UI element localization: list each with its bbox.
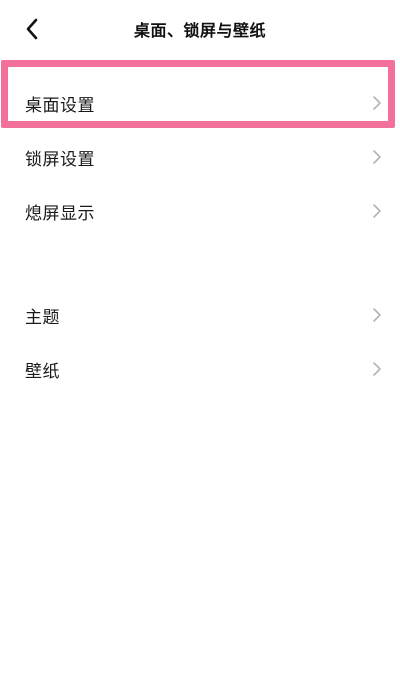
settings-item-wallpaper[interactable]: 壁纸 xyxy=(0,342,400,396)
settings-item-label: 主题 xyxy=(25,307,60,328)
settings-item-label: 壁纸 xyxy=(25,361,60,382)
chevron-right-icon xyxy=(373,362,381,376)
settings-item-theme[interactable]: 主题 xyxy=(0,288,400,342)
chevron-right-icon xyxy=(373,308,381,322)
settings-item-label: 桌面设置 xyxy=(25,95,95,116)
settings-group-personalization: 主题 壁纸 xyxy=(0,288,400,396)
header-bar: 桌面、锁屏与壁纸 xyxy=(0,0,400,58)
chevron-right-icon xyxy=(373,96,381,110)
settings-item-label: 锁屏设置 xyxy=(25,149,95,170)
settings-item-always-on-display[interactable]: 熄屏显示 xyxy=(0,184,400,238)
settings-group-display: 桌面设置 锁屏设置 熄屏显示 xyxy=(0,76,400,238)
settings-item-lockscreen[interactable]: 锁屏设置 xyxy=(0,130,400,184)
chevron-right-icon xyxy=(373,204,381,218)
page-title: 桌面、锁屏与壁纸 xyxy=(133,21,266,40)
settings-item-desktop[interactable]: 桌面设置 xyxy=(0,76,400,130)
settings-item-label: 熄屏显示 xyxy=(25,203,95,224)
chevron-right-icon xyxy=(373,150,381,164)
